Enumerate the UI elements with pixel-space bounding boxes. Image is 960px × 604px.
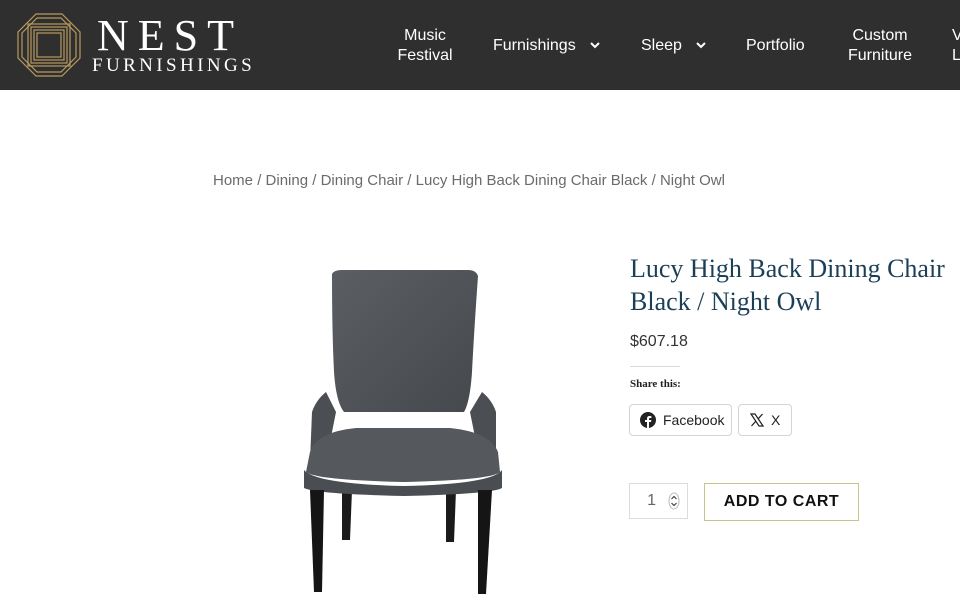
logo-icon[interactable] [16, 12, 82, 78]
add-to-cart-button[interactable]: ADD TO CART [704, 483, 859, 521]
share-label: Share this: [630, 378, 681, 390]
product-price: $607.18 [630, 333, 688, 350]
product-title: Lucy High Back Dining Chair Black / Nigh… [630, 254, 945, 316]
share-facebook-button[interactable]: Facebook [629, 404, 732, 436]
nav-label: Sleep [641, 37, 682, 54]
share-x-button[interactable]: X [738, 404, 792, 436]
breadcrumb-dining-chair[interactable]: Dining Chair [321, 172, 404, 189]
breadcrumb: Home / Dining / Dining Chair / Lucy High… [213, 172, 725, 189]
share-facebook-label: Facebook [663, 412, 725, 428]
quantity-stepper-icon[interactable] [668, 492, 680, 510]
nav-label-line2: L [952, 47, 960, 64]
chevron-down-icon [696, 42, 707, 49]
product-image[interactable] [296, 262, 510, 604]
breadcrumb-dining[interactable]: Dining [266, 172, 309, 189]
breadcrumb-separator: / [651, 172, 656, 189]
quantity-input[interactable]: 1 [629, 483, 688, 519]
nav-item-music-festival[interactable]: Music Festival [397, 26, 453, 66]
nav-item-sleep[interactable]: Sleep [641, 36, 707, 56]
breadcrumb-home[interactable]: Home [213, 172, 253, 189]
breadcrumb-separator: / [407, 172, 412, 189]
brand-name[interactable]: NEST [97, 12, 243, 60]
breadcrumb-separator: / [312, 172, 317, 189]
nav-label-line1: Music [404, 27, 446, 44]
breadcrumb-current-variant: Night Owl [659, 172, 725, 189]
nav-label: Furnishings [493, 37, 576, 54]
nav-item-portfolio[interactable]: Portfolio [746, 36, 805, 56]
quantity-value[interactable]: 1 [630, 492, 656, 510]
breadcrumb-current-product: Lucy High Back Dining Chair Black [415, 172, 648, 189]
brand-subname[interactable]: FURNISHINGS [92, 55, 255, 77]
nav-label-line2: Furniture [847, 47, 913, 64]
nav-label-line2: Festival [397, 47, 453, 64]
breadcrumb-separator: / [257, 172, 262, 189]
share-x-label: X [771, 412, 781, 428]
site-header: NEST FURNISHINGS Music Festival Furnishi… [0, 0, 960, 90]
facebook-icon [640, 412, 656, 428]
x-logo-icon [750, 413, 764, 427]
nav-label-line1: Custom [852, 27, 908, 44]
chevron-down-icon [590, 42, 600, 49]
nav-item-furnishings[interactable]: Furnishings [493, 36, 600, 56]
nav-item-custom-furniture[interactable]: Custom Furniture [846, 26, 914, 66]
nav-item-truncated[interactable]: V L [952, 26, 960, 66]
divider [630, 366, 680, 367]
nav-label-line1: V [952, 27, 960, 44]
